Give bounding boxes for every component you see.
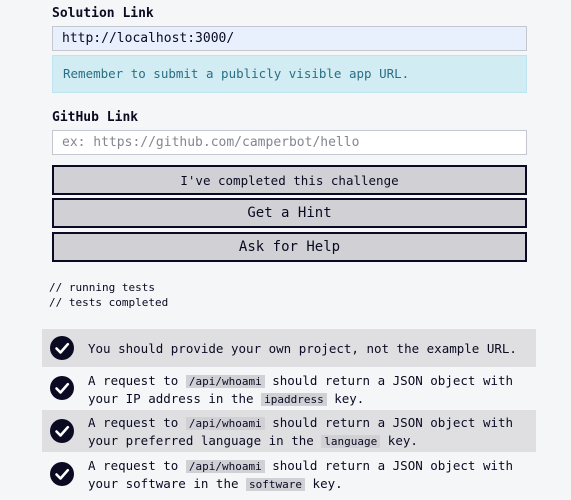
inline-code: software: [246, 478, 306, 491]
check-circle-icon: [50, 336, 74, 360]
test-result-item: A request to /api/whoami should return a…: [42, 454, 536, 494]
github-link-input[interactable]: ex: https://github.com/camperbot/hello: [52, 130, 527, 155]
github-link-label: GitHub Link: [52, 110, 139, 125]
solution-link-input[interactable]: http://localhost:3000/: [52, 26, 527, 51]
check-circle-icon: [50, 462, 74, 486]
inline-code: /api/whoami: [185, 375, 265, 388]
inline-code: /api/whoami: [185, 460, 265, 473]
test-text: A request to /api/whoami should return a…: [88, 415, 514, 448]
test-result-item: You should provide your own project, not…: [42, 329, 536, 367]
check-circle-icon: [50, 419, 74, 443]
alert-message: Remember to submit a publicly visible ap…: [52, 55, 527, 93]
console-line: // tests completed: [49, 296, 169, 309]
get-hint-button[interactable]: Get a Hint: [52, 198, 527, 228]
check-circle-icon: [50, 376, 74, 400]
inline-code: ipaddress: [261, 393, 327, 406]
ask-for-help-button[interactable]: Ask for Help: [52, 232, 527, 262]
complete-challenge-button[interactable]: I've completed this challenge: [52, 165, 527, 195]
test-console-output: // running tests // tests completed: [49, 280, 168, 310]
test-text: You should provide your own project, not…: [88, 341, 517, 356]
solution-link-label: Solution Link: [52, 6, 154, 21]
inline-code: /api/whoami: [185, 417, 265, 430]
inline-code: language: [321, 435, 381, 448]
test-result-item: A request to /api/whoami should return a…: [42, 368, 536, 408]
test-text: A request to /api/whoami should return a…: [88, 373, 514, 406]
console-line: // running tests: [49, 281, 155, 294]
test-result-item: A request to /api/whoami should return a…: [42, 410, 536, 452]
test-text: A request to /api/whoami should return a…: [88, 458, 514, 491]
